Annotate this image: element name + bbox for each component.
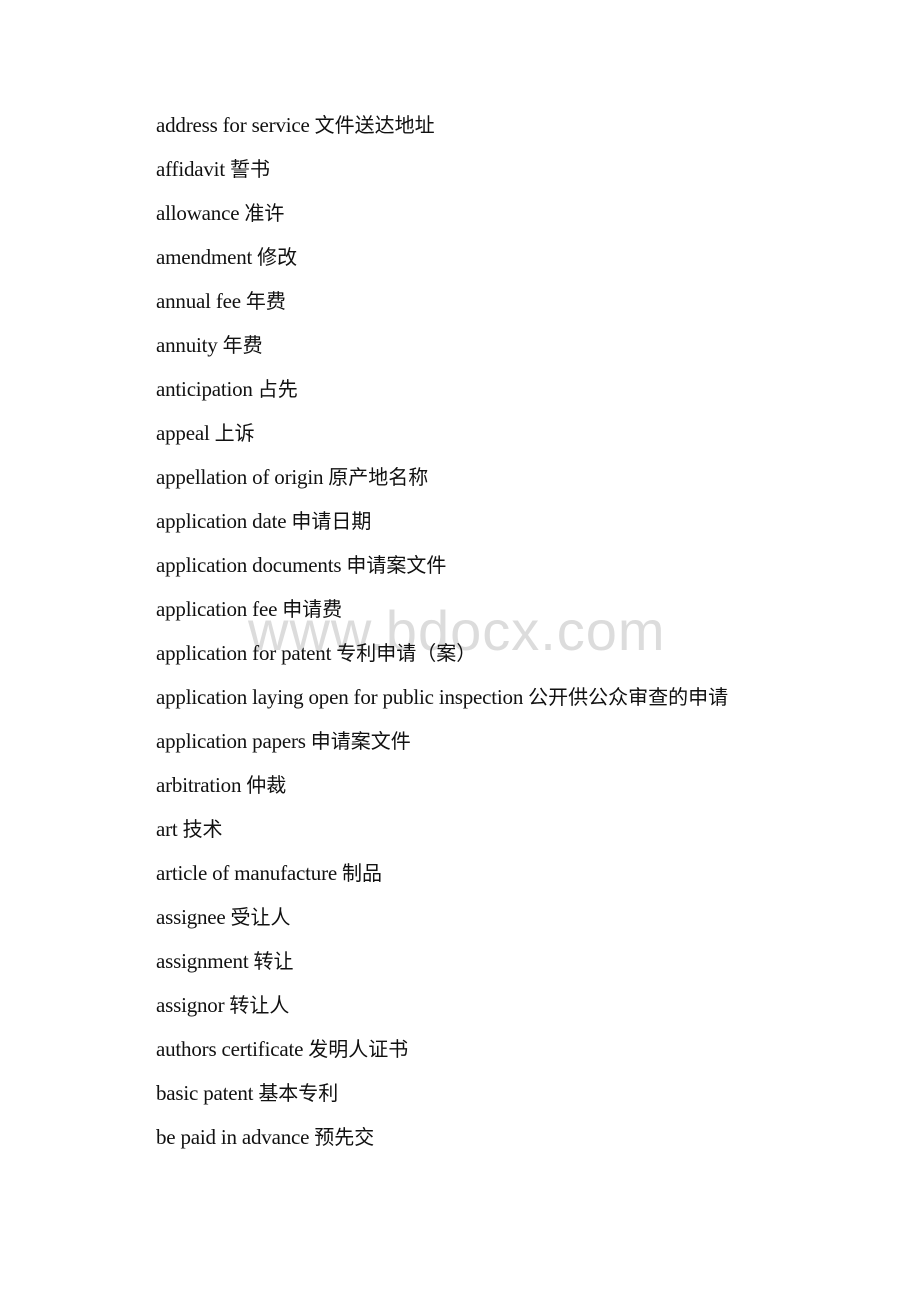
entry-term: affidavit (156, 157, 225, 181)
entry-term: appellation of origin (156, 465, 324, 489)
entry-term: appeal (156, 421, 210, 445)
entry-translation: 文件送达地址 (314, 113, 435, 137)
glossary-entry: art 技术 (156, 813, 728, 857)
entry-translation: 上诉 (214, 421, 255, 445)
entry-term: application date (156, 509, 287, 533)
glossary-entry: authors certificate 发明人证书 (156, 1033, 728, 1077)
glossary-entry: arbitration 仲裁 (156, 769, 728, 813)
entry-translation: 专利申请（案） (336, 641, 477, 665)
entry-translation: 年费 (245, 289, 286, 313)
glossary-entry: application laying open for public inspe… (156, 681, 728, 725)
glossary-entry: application papers 申请案文件 (156, 725, 728, 769)
entry-translation: 预先交 (314, 1125, 375, 1149)
entry-term: article of manufacture (156, 861, 337, 885)
entry-translation: 占先 (257, 377, 298, 401)
entry-term: arbitration (156, 773, 242, 797)
glossary-list: address for service 文件送达地址 affidavit 誓书 al… (156, 109, 728, 1165)
entry-term: art (156, 817, 178, 841)
entry-translation: 转让人 (229, 993, 290, 1017)
entry-term: annuity (156, 333, 218, 357)
document-page: www.bdocx.com address for service 文件送达地址 … (0, 0, 920, 1302)
glossary-entry: assignor 转让人 (156, 989, 728, 1033)
entry-term: anticipation (156, 377, 253, 401)
entry-translation: 受让人 (230, 905, 291, 929)
entry-term: amendment (156, 245, 253, 269)
entry-term: application papers (156, 729, 306, 753)
entry-translation: 技术 (182, 817, 223, 841)
glossary-entry: appellation of origin 原产地名称 (156, 461, 728, 505)
entry-term: authors certificate (156, 1037, 304, 1061)
entry-translation: 准许 (244, 201, 285, 225)
entry-translation: 基本专利 (258, 1081, 339, 1105)
entry-translation: 申请日期 (291, 509, 372, 533)
glossary-entry: assignment 转让 (156, 945, 728, 989)
entry-term: assignor (156, 993, 225, 1017)
entry-translation: 申请费 (282, 597, 343, 621)
entry-translation: 申请案文件 (346, 553, 447, 577)
glossary-entry: application for patent 专利申请（案） (156, 637, 728, 681)
entry-term: assignment (156, 949, 249, 973)
glossary-entry: amendment 修改 (156, 241, 728, 285)
entry-term: application documents (156, 553, 342, 577)
glossary-entry: appeal 上诉 (156, 417, 728, 461)
entry-term: annual fee (156, 289, 241, 313)
entry-translation: 发明人证书 (308, 1037, 409, 1061)
glossary-entry: application date 申请日期 (156, 505, 728, 549)
glossary-entry: allowance 准许 (156, 197, 728, 241)
glossary-entry: affidavit 誓书 (156, 153, 728, 197)
entry-term: address for service (156, 113, 310, 137)
entry-translation: 年费 (222, 333, 263, 357)
glossary-entry: basic patent 基本专利 (156, 1077, 728, 1121)
entry-translation: 制品 (342, 861, 382, 885)
entry-translation: 仲裁 (246, 773, 287, 797)
glossary-entry: application documents 申请案文件 (156, 549, 728, 593)
glossary-entry: be paid in advance 预先交 (156, 1121, 728, 1165)
entry-term: assignee (156, 905, 226, 929)
entry-term: application fee (156, 597, 278, 621)
glossary-entry: annuity 年费 (156, 329, 728, 373)
glossary-entry: annual fee 年费 (156, 285, 728, 329)
glossary-entry: assignee 受让人 (156, 901, 728, 945)
entry-term: application laying open for public inspe… (156, 685, 524, 709)
entry-term: application for patent (156, 641, 332, 665)
glossary-entry: article of manufacture 制品 (156, 857, 728, 901)
entry-translation: 修改 (257, 245, 298, 269)
glossary-entry: anticipation 占先 (156, 373, 728, 417)
entry-term: be paid in advance (156, 1125, 310, 1149)
entry-translation: 申请案文件 (310, 729, 411, 753)
glossary-entry: address for service 文件送达地址 (156, 109, 728, 153)
entry-translation: 誓书 (229, 157, 270, 181)
entry-translation: 转让 (253, 949, 294, 973)
glossary-entry: application fee 申请费 (156, 593, 728, 637)
entry-translation: 原产地名称 (328, 465, 429, 489)
entry-term: allowance (156, 201, 240, 225)
entry-translation: 公开供公众审查的申请 (528, 685, 729, 709)
entry-term: basic patent (156, 1081, 254, 1105)
